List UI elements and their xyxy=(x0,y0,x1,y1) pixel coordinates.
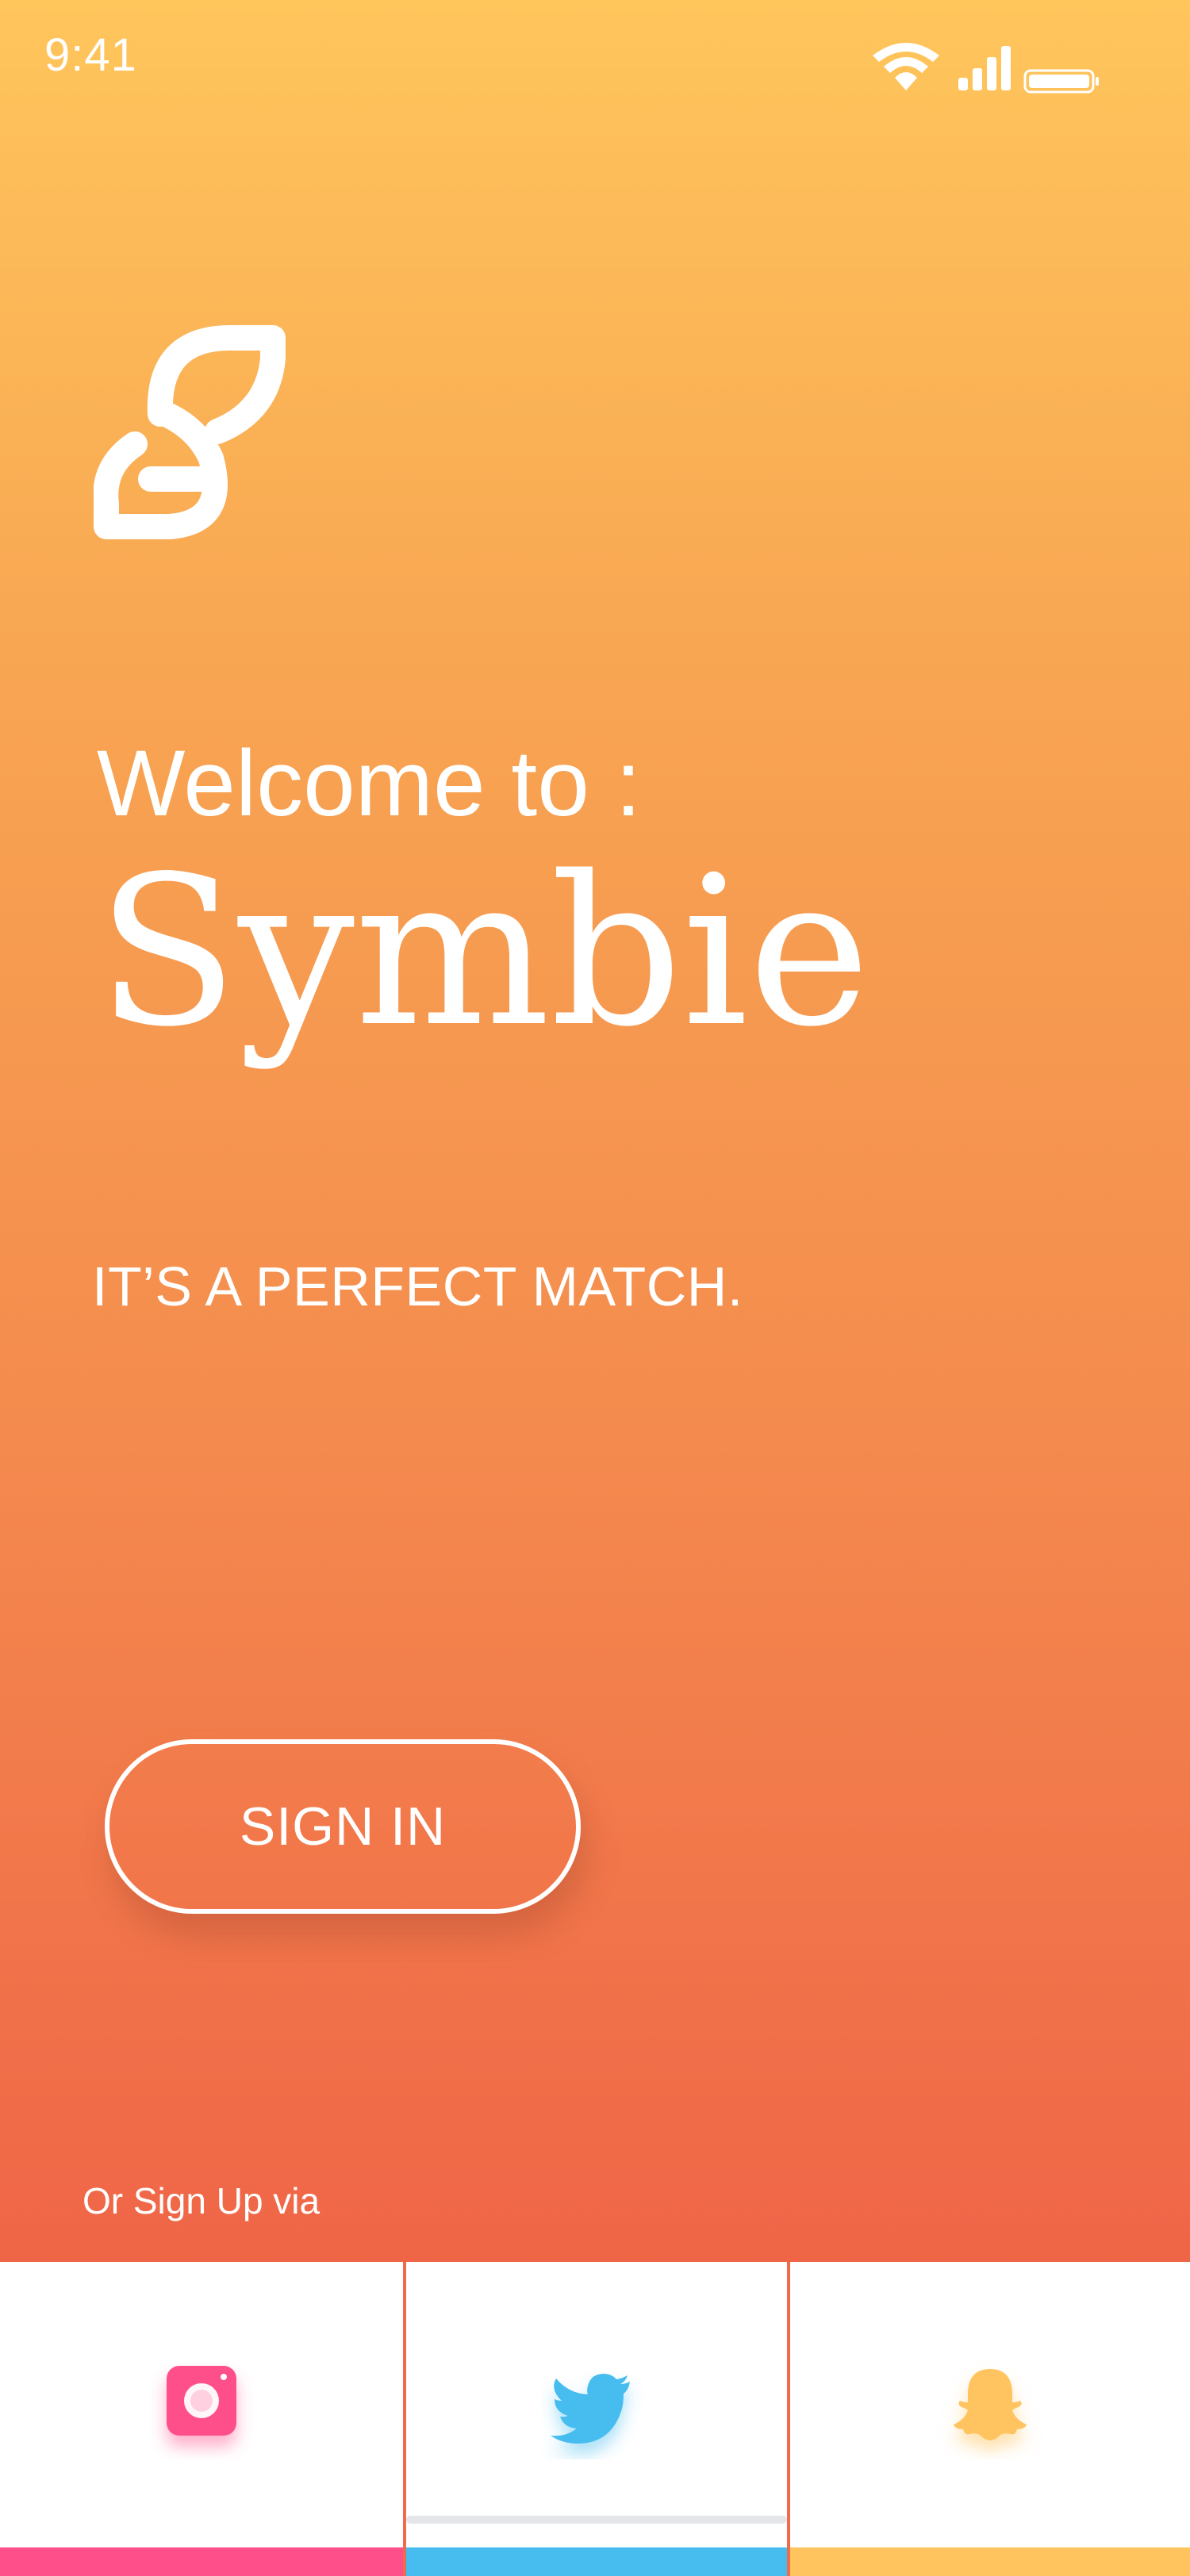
tagline: IT’S A PERFECT MATCH. xyxy=(92,1255,743,1317)
symbie-logo-icon xyxy=(94,324,286,539)
brand-name: Symbie xyxy=(97,833,870,1072)
cellular-signal-icon xyxy=(958,46,1011,90)
battery-icon xyxy=(1023,69,1099,94)
twitter-signup-button[interactable] xyxy=(403,2262,790,2576)
twitter-accent-bar xyxy=(406,2547,787,2576)
instagram-signup-button[interactable] xyxy=(0,2262,403,2576)
welcome-heading: Welcome to : xyxy=(97,731,642,836)
social-signup-bar xyxy=(0,2262,1190,2576)
status-time: 9:41 xyxy=(44,29,137,81)
twitter-icon xyxy=(551,2373,630,2444)
sign-up-label: Or Sign Up via xyxy=(83,2180,321,2221)
wifi-icon xyxy=(873,43,939,90)
snapchat-signup-button[interactable] xyxy=(790,2262,1190,2576)
instagram-icon xyxy=(167,2365,236,2436)
active-tab-indicator xyxy=(406,2516,787,2524)
status-icons xyxy=(873,43,1099,94)
snapchat-accent-bar xyxy=(790,2547,1190,2576)
sign-in-button[interactable]: SIGN IN xyxy=(105,1739,581,1914)
snapchat-icon xyxy=(954,2368,1027,2440)
instagram-accent-bar xyxy=(0,2547,403,2576)
welcome-screen: 9:41 Welcome to : Symbie IT’S A PERFECT … xyxy=(0,0,1190,2576)
